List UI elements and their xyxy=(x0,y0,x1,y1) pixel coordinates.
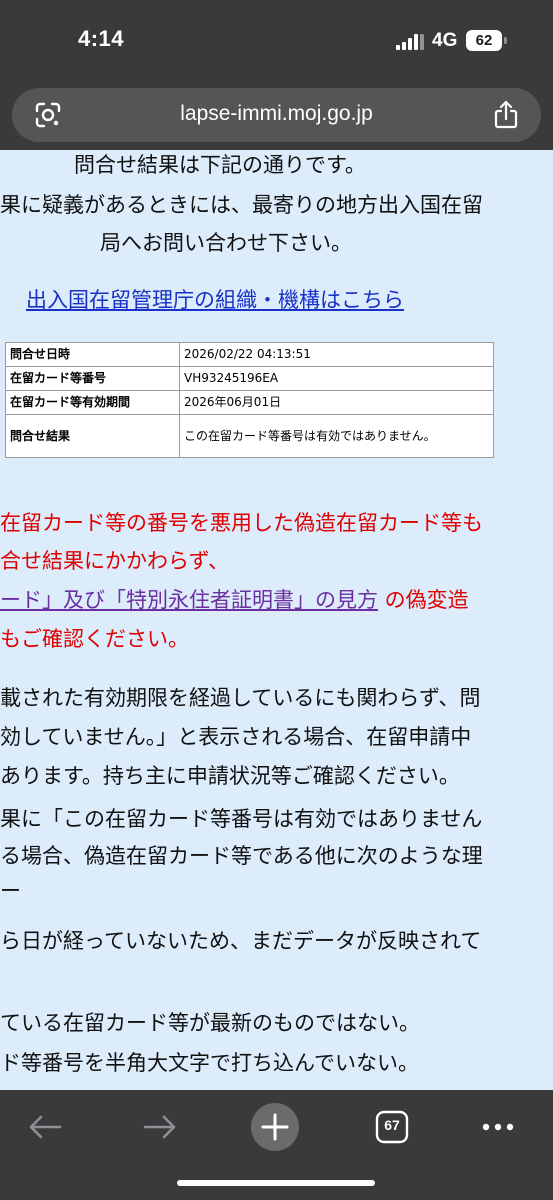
card-guide-link[interactable]: ード」及び「特別永住者証明書」の見方 xyxy=(0,588,378,612)
forward-arrow-icon[interactable] xyxy=(135,1102,185,1152)
note-text: 載された有効期限を経過しているにも関わらず、問 xyxy=(0,686,481,710)
share-icon[interactable] xyxy=(492,100,520,130)
tab-switcher-icon[interactable]: 67 xyxy=(367,1102,417,1152)
note-text: あります。持ち主に申請状況等ご確認ください。 xyxy=(0,764,460,788)
cellular-signal-icon xyxy=(396,34,426,50)
battery-tip xyxy=(504,37,507,44)
warning-text: 在留カード等の番号を悪用した偽造在留カード等も xyxy=(0,511,483,535)
table-row: 問合せ結果 この在留カード等番号は有効ではありません。 xyxy=(5,414,494,458)
table-label: 在留カード等有効期間 xyxy=(5,390,180,415)
warning-text: もご確認ください。 xyxy=(0,627,189,651)
intro-text: 果に疑義があるときには、最寄りの地方出入国在留 xyxy=(0,193,483,217)
organization-link[interactable]: 出入国在留管理庁の組織・機構はこちら xyxy=(26,286,404,314)
table-row: 在留カード等有効期間 2026年06月01日 xyxy=(5,390,494,415)
table-value: 2026/02/22 04:13:51 xyxy=(179,342,494,367)
table-value: 2026年06月01日 xyxy=(179,390,494,415)
phone-screen: 4:14 4G 62 lapse-immi.moj.go.jp 問合せ結果は下記… xyxy=(0,0,553,1200)
plus-icon[interactable] xyxy=(250,1102,300,1152)
table-value: この在留カード等番号は有効ではありません。 xyxy=(179,414,494,458)
note-text: ー xyxy=(0,879,21,903)
note-text: ている在留カード等が最新のものではない。 xyxy=(0,1011,420,1035)
intro-text: 局へお問い合わせ下さい。 xyxy=(100,231,352,255)
battery-icon: 62 xyxy=(466,30,502,51)
home-indicator[interactable] xyxy=(177,1180,375,1186)
url-text[interactable]: lapse-immi.moj.go.jp xyxy=(12,102,541,126)
warning-text: の偽変造 xyxy=(378,588,469,612)
table-label: 問合せ結果 xyxy=(5,414,180,458)
table-label: 問合せ日時 xyxy=(5,342,180,367)
note-text: ド等番号を半角大文字で打ち込んでいない。 xyxy=(0,1051,419,1075)
more-icon[interactable] xyxy=(473,1102,523,1152)
table-row: 問合せ日時 2026/02/22 04:13:51 xyxy=(5,342,494,367)
back-arrow-icon[interactable] xyxy=(20,1102,70,1152)
tab-count: 67 xyxy=(384,1117,400,1133)
note-text: る場合、偽造在留カード等である他に次のような理 xyxy=(0,844,483,868)
status-bar: 4:14 4G 62 xyxy=(0,0,553,80)
status-time: 4:14 xyxy=(78,26,125,51)
inquiry-result-table: 問合せ日時 2026/02/22 04:13:51 在留カード等番号 VH932… xyxy=(5,342,494,458)
note-text: 効していません。」と表示される場合、在留申請中 xyxy=(0,725,472,749)
intro-text: 問合せ結果は下記の通りです。 xyxy=(74,153,366,177)
table-label: 在留カード等番号 xyxy=(5,366,180,391)
table-value: VH93245196EA xyxy=(179,366,494,391)
warning-text-with-link: ード」及び「特別永住者証明書」の見方 の偽変造 xyxy=(0,587,469,613)
address-bar[interactable]: lapse-immi.moj.go.jp xyxy=(12,88,541,142)
table-row: 在留カード等番号 VH93245196EA xyxy=(5,366,494,391)
note-text: ら日が経っていないため、まだデータが反映されて xyxy=(0,929,482,953)
network-type: 4G xyxy=(432,30,458,51)
note-text: 果に「この在留カード等番号は有効ではありません xyxy=(0,807,483,831)
warning-text: 合せ結果にかかわらず、 xyxy=(0,549,230,573)
web-page-content: 問合せ結果は下記の通りです。 果に疑義があるときには、最寄りの地方出入国在留 局… xyxy=(0,150,553,1090)
